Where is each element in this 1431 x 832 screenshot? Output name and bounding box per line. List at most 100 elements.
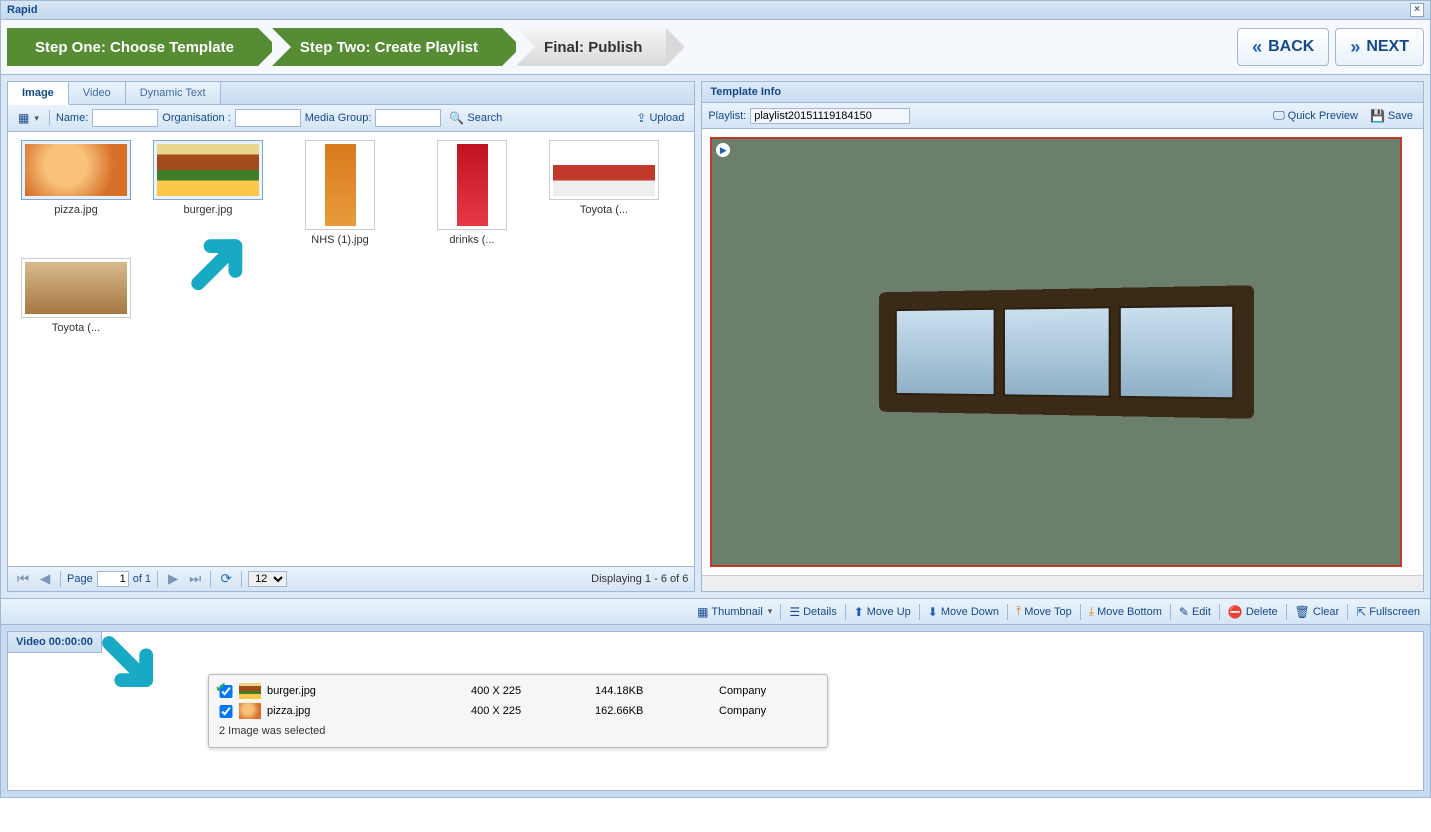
view-mode-button[interactable]: ▦▾ — [14, 110, 43, 126]
wizard-bar: Step One: Choose Template Step Two: Crea… — [1, 20, 1430, 75]
thumb-label: drinks (... — [412, 234, 532, 246]
delete-icon: ⛔ — [1228, 605, 1243, 619]
upload-button[interactable]: ⇪Upload — [632, 110, 688, 126]
thumb-item[interactable]: drinks (... — [412, 140, 532, 246]
details-view-button[interactable]: ☰Details — [785, 604, 840, 620]
preview-canvas[interactable]: ▶ — [710, 137, 1402, 567]
grid-icon: ▦ — [18, 111, 29, 125]
next-label: NEXT — [1366, 38, 1409, 56]
playlist-name-input[interactable] — [750, 108, 910, 124]
save-button[interactable]: 💾Save — [1366, 108, 1417, 124]
name-label: Name: — [56, 112, 88, 124]
media-group-input[interactable] — [375, 109, 441, 127]
thumb-item[interactable]: pizza.jpg — [16, 140, 136, 246]
titlebar: Rapid × — [1, 1, 1430, 20]
thumb-label: Toyota (... — [544, 204, 664, 216]
row-checkbox[interactable] — [217, 705, 235, 718]
page-label: Page — [67, 573, 93, 585]
thumb-box — [437, 140, 507, 230]
thumb-box — [21, 140, 131, 200]
thumb-image — [457, 144, 488, 226]
drag-row: pizza.jpg400 X 225162.66KBCompany — [217, 701, 819, 721]
thumb-item[interactable]: Toyota (... — [16, 258, 136, 334]
clear-button[interactable]: 🗑Clear — [1291, 604, 1344, 620]
refresh-button[interactable]: ⟳ — [217, 570, 235, 588]
move-bottom-button[interactable]: ⤓Move Bottom — [1085, 603, 1166, 620]
move-down-button[interactable]: ⬇Move Down — [924, 604, 1003, 620]
tab-video[interactable]: Video — [69, 82, 126, 104]
move-top-button[interactable]: ⤒Move Top — [1012, 603, 1076, 620]
monitor-icon: 🖵 — [1273, 108, 1285, 123]
film-frame — [895, 308, 995, 396]
delete-button[interactable]: ⛔Delete — [1224, 604, 1282, 620]
thumb-item[interactable]: Toyota (... — [544, 140, 664, 246]
window-close-button[interactable]: × — [1410, 3, 1424, 17]
media-panel: Image Video Dynamic Text ▦▾ Name: Organi… — [7, 81, 695, 592]
org-input[interactable] — [235, 109, 301, 127]
thumb-image — [25, 144, 127, 196]
thumb-label: Toyota (... — [16, 322, 136, 334]
fullscreen-button[interactable]: ⇱Fullscreen — [1352, 604, 1424, 620]
play-icon[interactable]: ▶ — [716, 143, 730, 157]
wizard-step-1[interactable]: Step One: Choose Template — [7, 28, 258, 66]
playlist-panel[interactable]: Video 00:00:00 ✔ burger.jpg400 X 225144.… — [7, 631, 1424, 791]
next-button[interactable]: » NEXT — [1335, 28, 1424, 66]
thumb-grid[interactable]: pizza.jpgburger.jpg NHS (1).jpg drinks (..… — [8, 132, 694, 566]
ok-icon: ✔ — [215, 679, 227, 696]
row-scope: Company — [719, 705, 819, 717]
search-icon: 🔍 — [449, 111, 464, 125]
next-page-button[interactable]: ▶ — [164, 570, 182, 588]
row-name: pizza.jpg — [267, 705, 467, 717]
double-arrow-up-icon: ⤒ — [1016, 604, 1021, 619]
edit-button[interactable]: ✎Edit — [1175, 604, 1215, 620]
thumb-item[interactable]: NHS (1).jpg — [280, 140, 400, 246]
next-arrow-icon: » — [1350, 37, 1360, 58]
thumb-image — [25, 262, 127, 314]
thumbnail-view-button[interactable]: ▦Thumbnail▾ — [693, 604, 776, 620]
wizard-step-2[interactable]: Step Two: Create Playlist — [272, 28, 502, 66]
template-info-panel: Template Info Playlist: 🖵Quick Preview 💾… — [701, 81, 1424, 592]
wizard-step-3[interactable]: Final: Publish — [516, 28, 666, 66]
tab-image[interactable]: Image — [8, 82, 69, 105]
drag-tooltip: ✔ burger.jpg400 X 225144.18KBCompanypizz… — [208, 674, 828, 748]
page-input[interactable] — [97, 571, 129, 587]
row-size: 400 X 225 — [471, 705, 591, 717]
trash-icon: 🗑 — [1295, 605, 1310, 619]
move-up-button[interactable]: ⬆Move Up — [850, 604, 915, 620]
chevron-down-icon: ▾ — [34, 113, 39, 124]
wizard-step-3-label: Final: Publish — [544, 39, 642, 56]
playlist-toolbar: ▦Thumbnail▾ ☰Details ⬆Move Up ⬇Move Down… — [1, 598, 1430, 625]
paging-display: Displaying 1 - 6 of 6 — [591, 573, 688, 585]
page-of-label: of 1 — [133, 573, 151, 585]
thumb-label: NHS (1).jpg — [280, 234, 400, 246]
tab-dynamic-text[interactable]: Dynamic Text — [126, 82, 221, 104]
row-size: 400 X 225 — [471, 685, 591, 697]
per-page-select[interactable]: 12 — [248, 571, 287, 587]
double-arrow-down-icon: ⤓ — [1089, 604, 1094, 619]
film-frame — [1119, 305, 1235, 400]
media-filter-bar: ▦▾ Name: Organisation : Media Group: 🔍Se… — [8, 105, 694, 132]
thumb-image — [325, 144, 356, 226]
back-label: BACK — [1268, 38, 1314, 56]
thumb-item[interactable]: burger.jpg — [148, 140, 268, 246]
preview-hscrollbar[interactable] — [702, 575, 1423, 591]
app-window: Rapid × Step One: Choose Template Step T… — [0, 0, 1431, 798]
search-button[interactable]: 🔍Search — [445, 110, 506, 126]
wizard-step-1-label: Step One: Choose Template — [35, 39, 234, 56]
paging-bar: ⏮ ◀ Page of 1 ▶ ⏭ ⟳ 12 Displaying 1 - 6 … — [8, 566, 694, 591]
grid-icon: ▦ — [697, 605, 708, 619]
drag-status-text: 2 Image was selected — [217, 721, 819, 741]
thumb-box — [21, 258, 131, 318]
arrow-up-icon: ⬆ — [854, 605, 864, 619]
window-title: Rapid — [7, 4, 38, 16]
back-button[interactable]: « BACK — [1237, 28, 1329, 66]
row-name: burger.jpg — [267, 685, 467, 697]
first-page-button[interactable]: ⏮ — [14, 570, 32, 588]
name-input[interactable] — [92, 109, 158, 127]
prev-page-button[interactable]: ◀ — [36, 570, 54, 588]
quick-preview-button[interactable]: 🖵Quick Preview — [1269, 107, 1362, 124]
row-thumb — [239, 703, 261, 719]
disk-icon: 💾 — [1370, 109, 1385, 123]
upload-icon: ⇪ — [636, 111, 646, 125]
last-page-button[interactable]: ⏭ — [186, 570, 204, 588]
